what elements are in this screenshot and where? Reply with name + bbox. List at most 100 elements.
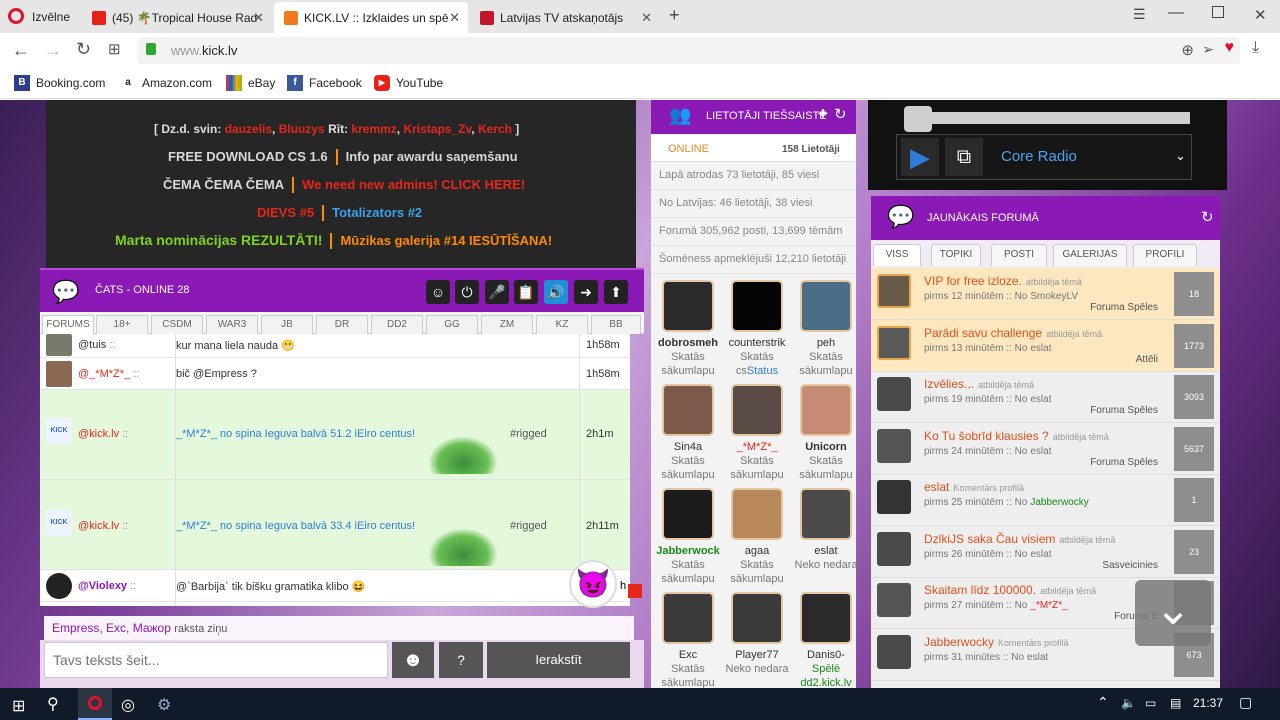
send-button[interactable]: Ierakstīt: [487, 642, 630, 678]
tomorrow-user[interactable]: Kerch: [478, 122, 512, 136]
kick-logo-icon[interactable]: KICK: [46, 510, 72, 536]
user-name[interactable]: Danis0-: [792, 648, 860, 662]
chat-username[interactable]: @tuis ::: [78, 339, 115, 351]
user-name[interactable]: _*M*Z*_: [723, 440, 791, 454]
online-user-card[interactable]: peh Skatās sākumlapu: [792, 278, 860, 382]
online-tab[interactable]: ONLINE: [668, 143, 709, 155]
forum-item[interactable]: VIP for free izloze. atbildēja tēmā pirms …: [871, 268, 1220, 320]
avatar[interactable]: [46, 361, 72, 387]
tab-latvijas-tv[interactable]: Latvijas TV atskaņotājs ✕: [470, 2, 660, 33]
zoom-icon[interactable]: ⊕: [1181, 41, 1194, 59]
volume-slider-track[interactable]: [932, 112, 1190, 124]
refresh-icon[interactable]: ↻: [1201, 208, 1214, 226]
clipboard-icon[interactable]: 📋: [514, 280, 538, 304]
steam-taskbar-icon[interactable]: ⚙: [157, 695, 171, 715]
banner-link[interactable]: We need new admins! CLICK HERE!: [302, 177, 525, 192]
user-name[interactable]: Unicorn: [792, 440, 860, 454]
banner-link[interactable]: Totalizators #2: [332, 205, 422, 220]
search-icon[interactable]: ⚲: [47, 694, 59, 714]
user-name[interactable]: Sin4a: [654, 440, 722, 454]
online-user-card[interactable]: agaa Skatās sākumlapu: [723, 486, 791, 590]
windows-start-icon[interactable]: ⊞: [12, 696, 25, 716]
online-user-card[interactable]: Sin4a Skatās sākumlapu: [654, 382, 722, 486]
opera-logo-icon[interactable]: [8, 8, 24, 24]
typing-user[interactable]: Empress: [52, 621, 99, 635]
plus-icon[interactable]: +: [669, 5, 680, 26]
chevron-up-icon[interactable]: ⌃: [1097, 694, 1109, 711]
url-field[interactable]: www. kick.lv ⊕ ➢ ♥: [138, 37, 1240, 64]
speaker-icon[interactable]: 🔈: [1121, 696, 1136, 710]
chat-tab-gg[interactable]: GG: [426, 315, 478, 334]
forum-tab-topics[interactable]: TOPIKI: [931, 244, 981, 266]
online-user-card[interactable]: eslat Neko nedara: [792, 486, 860, 590]
chat-tab-18[interactable]: 18+: [96, 315, 148, 334]
tab-menu-icon[interactable]: ☰: [1133, 6, 1146, 23]
forum-item-title[interactable]: Ko Tu šobrīd klausies ? atbildēja tēmā: [924, 429, 1109, 443]
forum-category[interactable]: Foruma Spēles: [1090, 457, 1158, 468]
bookmark-facebook[interactable]: f Facebook: [287, 75, 362, 91]
forum-avatar[interactable]: [877, 428, 911, 463]
bookmark-ebay[interactable]: eBay: [226, 75, 275, 91]
birthday-user[interactable]: Bluuzys: [279, 122, 325, 136]
user-name[interactable]: counterstrik: [723, 336, 791, 350]
red-square-icon[interactable]: [628, 584, 642, 598]
play-icon[interactable]: ▶: [901, 138, 939, 176]
banner-link[interactable]: Marta nominācijas REZULTĀTI!: [115, 232, 322, 248]
avatar[interactable]: [46, 573, 72, 599]
forum-item[interactable]: eslat Komentārs profilā pirms 25 minūtēm :…: [871, 474, 1220, 526]
chat-tab-forums[interactable]: FORUMS: [42, 315, 94, 334]
forum-category[interactable]: Attēli: [1136, 354, 1158, 365]
forum-item-title[interactable]: VIP for free izloze. atbildēja tēmā: [924, 274, 1082, 288]
user-name[interactable]: Player77: [723, 648, 791, 662]
online-user-card[interactable]: Jabberwock Skatās sākumlapu: [654, 486, 722, 590]
chat-tab-dr[interactable]: DR: [316, 315, 368, 334]
time-label[interactable]: 21:37: [1193, 696, 1223, 710]
browser-menu-label[interactable]: Izvēlne: [32, 10, 70, 24]
forum-avatar[interactable]: [877, 480, 911, 514]
user-name[interactable]: dobrosmeh: [654, 336, 722, 350]
chat-tab-war3[interactable]: WAR3: [206, 315, 258, 334]
forum-tab-galleries[interactable]: GALERIJAS: [1053, 244, 1127, 266]
radio-station[interactable]: Core Radio: [1001, 148, 1077, 165]
tab-kick[interactable]: KICK.LV :: Izklaides un spē ✕: [274, 2, 468, 33]
microphone-icon[interactable]: 🎤: [485, 280, 509, 304]
devil-mascot-icon[interactable]: 😈: [569, 560, 617, 608]
emoji-button[interactable]: ☻: [392, 642, 434, 678]
forum-item-title[interactable]: eslat Komentārs profilā: [924, 480, 1024, 494]
forum-item[interactable]: DzlkiJS saka Čau visiem atbildēja tēmā pir…: [871, 526, 1220, 578]
tomorrow-user[interactable]: kremmz: [351, 122, 396, 136]
chat-username[interactable]: @kick.lv ::: [78, 520, 128, 532]
user-avatar[interactable]: [800, 384, 852, 436]
online-user-card[interactable]: Player77 Neko nedara: [723, 590, 791, 694]
user-avatar[interactable]: [731, 280, 783, 332]
user-avatar[interactable]: [662, 488, 714, 540]
online-user-card[interactable]: Unicorn Skatās sākumlapu: [792, 382, 860, 486]
user-name[interactable]: agaa: [723, 544, 791, 558]
close-tab-icon[interactable]: ✕: [641, 10, 652, 26]
chat-input[interactable]: [44, 642, 388, 678]
share-icon[interactable]: ➢: [1202, 41, 1214, 58]
reload-icon[interactable]: ↻: [76, 39, 91, 60]
banner-link[interactable]: Info par awardu saņemšanu: [346, 149, 518, 164]
forum-tab-profiles[interactable]: PROFILI: [1133, 244, 1197, 266]
network-icon[interactable]: ▤: [1170, 696, 1181, 710]
forum-tab-all[interactable]: VISS: [873, 244, 921, 266]
forum-avatar[interactable]: [877, 377, 911, 411]
battery-icon[interactable]: ▭: [1145, 696, 1156, 710]
forum-item[interactable]: Parādi savu challenge atbildēja tēmā pirms…: [871, 319, 1220, 372]
user-avatar[interactable]: [731, 488, 783, 540]
chat-username[interactable]: @Violexy ::: [78, 580, 136, 592]
opera-taskbar-icon[interactable]: [78, 688, 112, 720]
chat-tab-zm[interactable]: ZM: [481, 315, 533, 334]
forum-category[interactable]: Foruma Spēles: [1090, 302, 1158, 313]
banner-link[interactable]: ČEMA ČEMA ČEMA: [163, 177, 284, 192]
forum-item-title[interactable]: DzlkiJS saka Čau visiem atbildēja tēmā: [924, 532, 1115, 546]
add-icon[interactable]: +: [818, 104, 828, 124]
user-avatar[interactable]: [662, 384, 714, 436]
speed-dial-icon[interactable]: ⊞: [108, 40, 121, 58]
tomorrow-user[interactable]: Kristaps_Zv: [403, 122, 471, 136]
user-name[interactable]: peh: [792, 336, 860, 350]
forum-item-title[interactable]: Izvēlies... atbildēja tēmā: [924, 377, 1034, 391]
online-user-card[interactable]: Exc Skatās sākumlapu: [654, 590, 722, 694]
chat-tab-dd2[interactable]: DD2: [371, 315, 423, 334]
